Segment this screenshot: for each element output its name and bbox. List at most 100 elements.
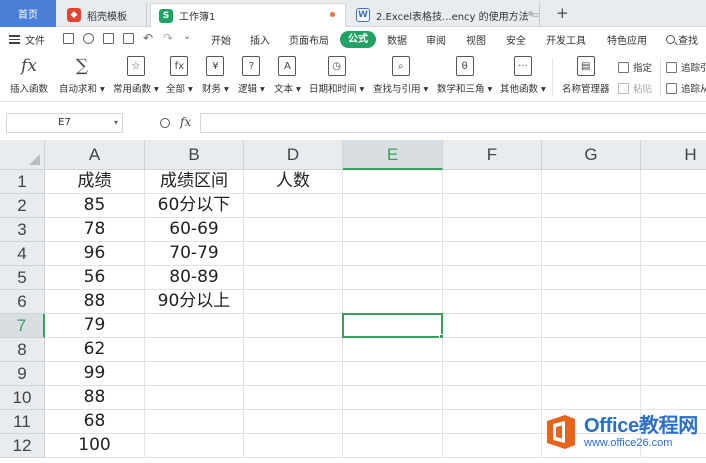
cell-d5[interactable] <box>244 266 343 290</box>
cell-f1[interactable] <box>443 170 542 194</box>
menu-page-layout[interactable]: 页面布局 <box>289 32 329 47</box>
menu-data[interactable]: 数据 <box>387 32 407 47</box>
row-header-9[interactable]: 9 <box>0 362 45 386</box>
row-header-7[interactable]: 7 <box>0 314 45 338</box>
cell-a12[interactable]: 100 <box>45 434 145 458</box>
column-header-e[interactable]: E <box>343 140 443 170</box>
cell-h4[interactable] <box>641 242 706 266</box>
cell-a4[interactable]: 96 <box>45 242 145 266</box>
cell-e9[interactable] <box>343 362 443 386</box>
cell-b6[interactable]: 90分以上 <box>145 290 244 314</box>
cell-g2[interactable] <box>542 194 641 218</box>
row-header-12[interactable]: 12 <box>0 434 45 458</box>
cell-g1[interactable] <box>542 170 641 194</box>
menu-formula[interactable]: 公式 <box>340 31 376 48</box>
cell-b8[interactable] <box>145 338 244 362</box>
cell-h2[interactable] <box>641 194 706 218</box>
column-header-a[interactable]: A <box>45 140 145 170</box>
trace-precedents-button[interactable]: 追踪引 <box>666 60 706 74</box>
search-button[interactable]: 查找 <box>666 32 698 47</box>
cell-h6[interactable] <box>641 290 706 314</box>
menu-review[interactable]: 审阅 <box>426 32 446 47</box>
fill-handle[interactable] <box>439 334 444 339</box>
text-button[interactable]: A 文本 ▾ <box>274 56 301 95</box>
cell-h9[interactable] <box>641 362 706 386</box>
logic-button[interactable]: ? 逻辑 ▾ <box>238 56 265 95</box>
name-box[interactable]: E7 ▾ <box>6 113 123 133</box>
cell-e1[interactable] <box>343 170 443 194</box>
tab-workbook[interactable]: S 工作簿1 <box>150 3 346 27</box>
cell-a1[interactable]: 成绩 <box>45 170 145 194</box>
cell-a3[interactable]: 78 <box>45 218 145 242</box>
cell-d1[interactable]: 人数 <box>244 170 343 194</box>
row-header-5[interactable]: 5 <box>0 266 45 290</box>
row-header-1[interactable]: 1 <box>0 170 45 194</box>
print-preview-icon[interactable] <box>123 33 134 44</box>
finance-button[interactable]: ¥ 财务 ▾ <box>202 56 229 95</box>
name-manager-button[interactable]: ▤ 名称管理器 <box>562 56 610 95</box>
row-header-6[interactable]: 6 <box>0 290 45 314</box>
cell-g6[interactable] <box>542 290 641 314</box>
cell-d7[interactable] <box>244 314 343 338</box>
fx-icon[interactable]: fx <box>180 115 191 129</box>
cell-a5[interactable]: 56 <box>45 266 145 290</box>
menu-file[interactable]: 文件 <box>9 32 45 47</box>
cell-f2[interactable] <box>443 194 542 218</box>
cell-f11[interactable] <box>443 410 542 434</box>
cell-f9[interactable] <box>443 362 542 386</box>
cell-f6[interactable] <box>443 290 542 314</box>
row-header-10[interactable]: 10 <box>0 386 45 410</box>
row-header-3[interactable]: 3 <box>0 218 45 242</box>
cell-g7[interactable] <box>542 314 641 338</box>
cell-d6[interactable] <box>244 290 343 314</box>
cell-b5[interactable]: 80-89 <box>145 266 244 290</box>
cell-e10[interactable] <box>343 386 443 410</box>
cell-f10[interactable] <box>443 386 542 410</box>
cell-d10[interactable] <box>244 386 343 410</box>
cell-e11[interactable] <box>343 410 443 434</box>
column-header-g[interactable]: G <box>542 140 641 170</box>
define-name-button[interactable]: 指定 <box>618 60 652 74</box>
cell-f3[interactable] <box>443 218 542 242</box>
menu-start[interactable]: 开始 <box>211 32 231 47</box>
cell-a9[interactable]: 99 <box>45 362 145 386</box>
cell-h7[interactable] <box>641 314 706 338</box>
datetime-button[interactable]: ◷ 日期和时间 ▾ <box>309 56 364 95</box>
column-header-f[interactable]: F <box>443 140 542 170</box>
cell-d9[interactable] <box>244 362 343 386</box>
select-all-corner[interactable] <box>0 140 45 170</box>
zoom-icon[interactable] <box>160 118 170 128</box>
print-icon[interactable] <box>103 33 114 44</box>
tab-article-doc[interactable]: W 2.Excel表格技...ency 的使用方法 ▭ <box>350 3 540 27</box>
menu-security[interactable]: 安全 <box>506 32 526 47</box>
chevron-down-icon[interactable]: ▾ <box>114 114 118 132</box>
cell-h1[interactable] <box>641 170 706 194</box>
menu-insert[interactable]: 插入 <box>250 32 270 47</box>
cell-d2[interactable] <box>244 194 343 218</box>
cell-b9[interactable] <box>145 362 244 386</box>
cell-a2[interactable]: 85 <box>45 194 145 218</box>
autosum-button[interactable]: ∑ 自动求和 ▾ <box>59 56 105 95</box>
cell-d11[interactable] <box>244 410 343 434</box>
cell-a10[interactable]: 88 <box>45 386 145 410</box>
new-tab-button[interactable]: + <box>556 4 569 22</box>
cell-e3[interactable] <box>343 218 443 242</box>
cell-e7[interactable] <box>343 314 443 338</box>
row-header-2[interactable]: 2 <box>0 194 45 218</box>
cell-a8[interactable]: 62 <box>45 338 145 362</box>
cell-b2[interactable]: 60分以下 <box>145 194 244 218</box>
cell-g10[interactable] <box>542 386 641 410</box>
column-header-d[interactable]: D <box>244 140 343 170</box>
export-icon[interactable] <box>83 33 94 44</box>
menu-view[interactable]: 视图 <box>466 32 486 47</box>
row-header-11[interactable]: 11 <box>0 410 45 434</box>
cell-h8[interactable] <box>641 338 706 362</box>
cell-b12[interactable] <box>145 434 244 458</box>
cell-d3[interactable] <box>244 218 343 242</box>
save-icon[interactable] <box>63 33 74 44</box>
menu-developer-tools[interactable]: 开发工具 <box>546 32 586 47</box>
customize-dropdown-icon[interactable]: ⌄ <box>183 31 191 42</box>
cell-d4[interactable] <box>244 242 343 266</box>
cell-a11[interactable]: 68 <box>45 410 145 434</box>
cell-b7[interactable] <box>145 314 244 338</box>
